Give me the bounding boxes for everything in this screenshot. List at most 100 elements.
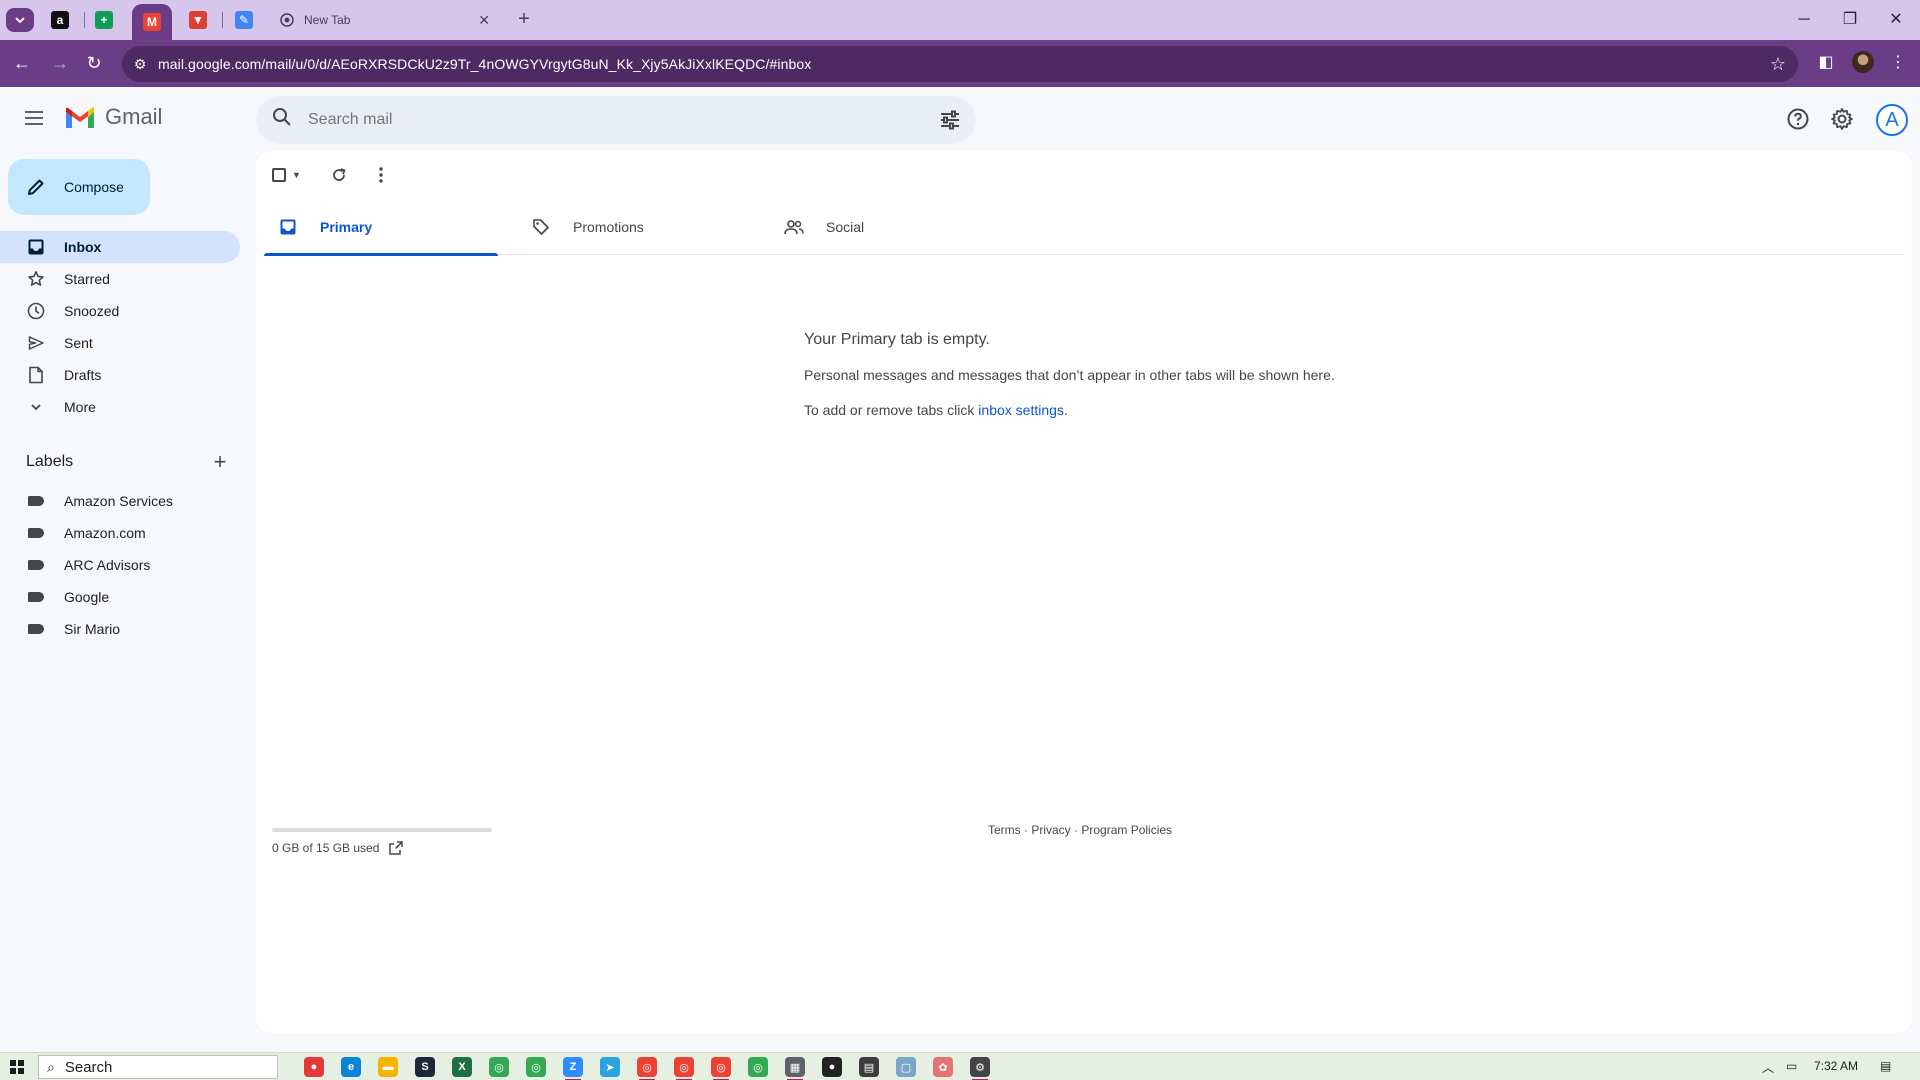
address-bar[interactable]: ⚙ mail.google.com/mail/u/0/d/AEoRXRSDCkU…: [122, 46, 1798, 82]
tab-search-button[interactable]: [6, 8, 34, 32]
more-options-icon[interactable]: [371, 165, 391, 185]
taskbar-clock[interactable]: 7:32 AM: [1814, 1059, 1858, 1073]
reload-button[interactable]: ↻: [82, 51, 106, 75]
taskbar-app-explorer-icon[interactable]: ▬: [378, 1057, 398, 1077]
account-avatar[interactable]: A: [1876, 104, 1908, 136]
side-panel-icon[interactable]: ◧: [1814, 51, 1838, 75]
taskbar-app-chrome-4-icon[interactable]: ◎: [674, 1057, 694, 1080]
label-name: Amazon Services: [64, 493, 173, 509]
bookmark-star-icon[interactable]: ☆: [1770, 54, 1786, 75]
program-policies-link[interactable]: Program Policies: [1081, 823, 1172, 837]
category-tabs: Primary Promotions Social: [264, 199, 1904, 256]
inbox-settings-link[interactable]: inbox settings: [978, 402, 1064, 418]
sidebar-item-snoozed[interactable]: Snoozed: [0, 295, 240, 327]
terms-link[interactable]: Terms: [988, 823, 1021, 837]
taskbar-app-obs-icon[interactable]: ●: [822, 1057, 842, 1077]
sidebar-item-inbox[interactable]: Inbox: [0, 231, 240, 263]
tab-label: Social: [826, 219, 865, 235]
taskbar-app-chrome-6-icon[interactable]: ◎: [748, 1057, 768, 1077]
labels-list: Amazon Services Amazon.com ARC Advisors …: [0, 485, 240, 645]
label-item[interactable]: Google: [0, 581, 240, 613]
help-icon[interactable]: [1786, 107, 1810, 131]
tab-primary[interactable]: Primary: [264, 199, 498, 256]
taskbar-app-chrome-2-icon[interactable]: ◎: [526, 1057, 546, 1077]
forward-button[interactable]: →: [48, 51, 72, 75]
sidebar-item-more[interactable]: More: [0, 391, 240, 423]
privacy-link[interactable]: Privacy: [1031, 823, 1070, 837]
close-tab-icon[interactable]: ✕: [478, 12, 490, 29]
notifications-icon[interactable]: ▤: [1880, 1059, 1891, 1073]
taskbar-app-chrome-1-icon[interactable]: ◎: [489, 1057, 509, 1077]
label-item[interactable]: Amazon.com: [0, 517, 240, 549]
select-all-checkbox[interactable]: [272, 168, 286, 182]
tray-expand-chevron-icon[interactable]: ︿: [1762, 1059, 1774, 1076]
create-label-plus-icon[interactable]: +: [208, 449, 232, 475]
search-options-icon[interactable]: [938, 108, 962, 132]
mail-actions-toolbar: ▼: [272, 163, 391, 187]
compose-button[interactable]: Compose: [8, 159, 150, 215]
close-window-button[interactable]: ✕: [1876, 8, 1916, 32]
tab-promotions[interactable]: Promotions: [517, 199, 751, 255]
tab-social[interactable]: Social: [770, 199, 1004, 255]
main-menu-icon[interactable]: [22, 106, 46, 130]
pinned-tab-gmail[interactable]: M: [132, 4, 172, 40]
minimize-button[interactable]: ─: [1784, 8, 1824, 32]
taskbar-app-chrome-5-icon[interactable]: ◎: [711, 1057, 731, 1080]
tab-new-tab[interactable]: New Tab ✕: [270, 4, 500, 36]
footer-separator: ·: [1020, 823, 1032, 837]
gmail-logo-icon[interactable]: [64, 106, 96, 130]
taskbar-search-box[interactable]: ⌕ Search: [38, 1055, 278, 1079]
pinned-tab-todoist[interactable]: ▼: [178, 4, 218, 36]
search-icon[interactable]: [256, 107, 308, 133]
taskbar-search-label: Search: [64, 1058, 113, 1076]
taskbar-app-excel-icon[interactable]: X: [452, 1057, 472, 1077]
hint-suffix: .: [1063, 402, 1068, 418]
open-in-new-icon[interactable]: [389, 841, 404, 855]
sidebar-item-label: Inbox: [64, 239, 102, 255]
site-info-icon[interactable]: ⚙: [122, 56, 158, 73]
taskbar-app-chrome-3-icon[interactable]: ◎: [637, 1057, 657, 1080]
tab-title: New Tab: [304, 13, 351, 27]
chrome-icon: [280, 13, 294, 27]
search-input[interactable]: [308, 111, 908, 129]
taskbar-app-settings-icon[interactable]: ⚙: [970, 1057, 990, 1080]
settings-gear-icon[interactable]: [1830, 107, 1854, 131]
sidebar-item-sent[interactable]: Sent: [0, 327, 240, 359]
taskbar-app-edge-icon[interactable]: e: [341, 1057, 361, 1077]
tab-label: Promotions: [573, 219, 644, 235]
taskbar-app-record-icon[interactable]: ●: [304, 1057, 324, 1077]
taskbar-app-telegram-icon[interactable]: ➤: [600, 1057, 620, 1077]
empty-title: Your Primary tab is empty.: [804, 331, 990, 348]
taskbar-app-notepad-icon[interactable]: ▢: [896, 1057, 916, 1077]
taskbar-app-paint-icon[interactable]: ✿: [933, 1057, 953, 1077]
pinned-tab-amazon[interactable]: a: [40, 4, 80, 36]
label-tag-icon: [28, 528, 44, 538]
browser-profile-avatar[interactable]: [1852, 51, 1874, 73]
label-name: Sir Mario: [64, 621, 121, 637]
sidebar-item-starred[interactable]: Starred: [0, 263, 240, 295]
sidebar-item-drafts[interactable]: Drafts: [0, 359, 240, 391]
browser-menu-icon[interactable]: ⋮: [1886, 51, 1910, 75]
taskbar-app-steam-icon[interactable]: S: [415, 1057, 435, 1077]
pen-tool-favicon-icon: ✎: [235, 11, 253, 29]
windows-start-icon[interactable]: [10, 1060, 24, 1074]
new-tab-button[interactable]: +: [512, 8, 536, 32]
url-text: mail.google.com/mail/u/0/d/AEoRXRSDCkU2z…: [158, 56, 812, 72]
taskbar-app-sticky-icon[interactable]: ▤: [859, 1057, 879, 1077]
battery-icon[interactable]: ▭: [1786, 1059, 1797, 1073]
taskbar-app-calculator-icon[interactable]: ▦: [785, 1057, 805, 1080]
refresh-icon[interactable]: [329, 165, 349, 185]
back-button[interactable]: ←: [10, 51, 34, 75]
pinned-tab-pen-tool[interactable]: ✎: [224, 4, 264, 36]
select-options-caret-icon[interactable]: ▼: [292, 170, 301, 180]
chevron-down-icon: [15, 17, 25, 24]
label-item[interactable]: Sir Mario: [0, 613, 240, 645]
inbox-icon: [278, 217, 298, 237]
pinned-tab-google-sheets[interactable]: +: [84, 4, 124, 36]
label-item[interactable]: ARC Advisors: [0, 549, 240, 581]
taskbar-app-zoom-icon[interactable]: Z: [563, 1057, 583, 1080]
labels-title: Labels: [26, 453, 74, 470]
label-item[interactable]: Amazon Services: [0, 485, 240, 517]
restore-button[interactable]: ❐: [1830, 8, 1870, 32]
label-tag-icon: [28, 592, 44, 602]
